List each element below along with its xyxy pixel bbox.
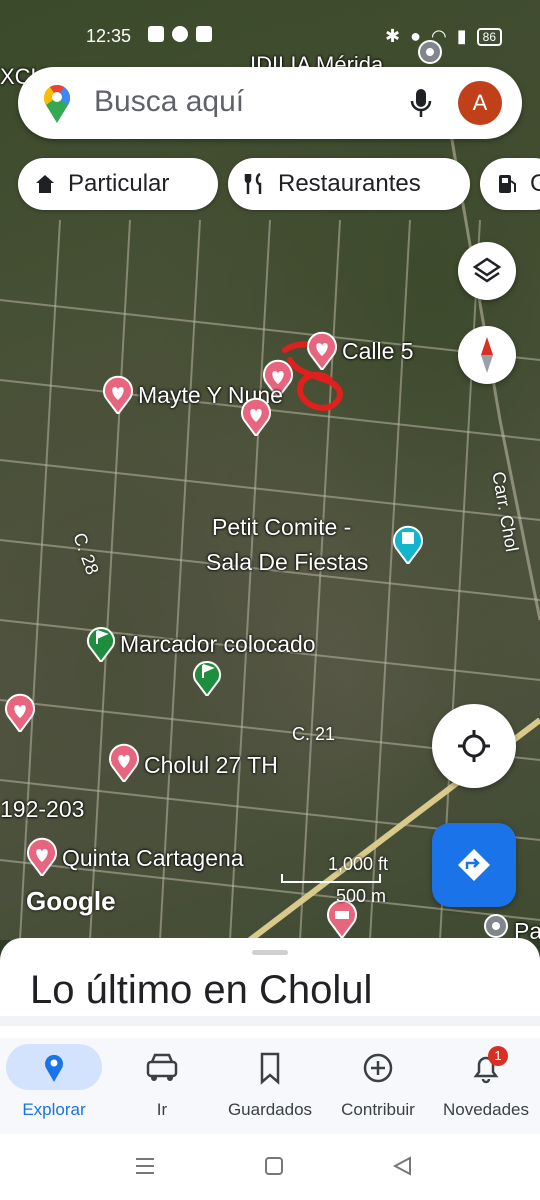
- scale-bar: [281, 874, 381, 883]
- scale-imperial: 1,000 ft: [328, 854, 389, 874]
- layers-button[interactable]: [458, 242, 516, 300]
- map-label-pa: Pa: [514, 918, 540, 940]
- notification-icons: [148, 26, 212, 42]
- battery-indicator: 86: [476, 27, 502, 46]
- street-label-c21: C. 21: [292, 724, 336, 744]
- nav-novedades[interactable]: 1 Novedades: [432, 1038, 540, 1134]
- nav-label: Explorar: [22, 1100, 86, 1119]
- home-icon: [36, 175, 54, 193]
- gas-station-icon: [499, 175, 516, 193]
- google-maps-logo-icon: [43, 84, 71, 123]
- map-label-marcador[interactable]: Marcador colocado: [120, 631, 316, 658]
- map-label-calle5[interactable]: Calle 5: [342, 338, 414, 365]
- google-attribution: Google: [26, 886, 116, 916]
- bottom-sheet[interactable]: Lo último en Cholul: [0, 938, 540, 1038]
- nav-explorar[interactable]: Explorar: [0, 1038, 108, 1134]
- system-navigation-bar: [0, 1134, 540, 1200]
- recent-apps-icon[interactable]: [134, 1156, 156, 1176]
- my-location-button[interactable]: [432, 704, 516, 788]
- chip-label: Particular: [68, 170, 170, 197]
- place-dot-icon[interactable]: [482, 912, 510, 940]
- map-label-quinta[interactable]: Quinta Cartagena: [62, 845, 244, 872]
- sheet-drag-handle[interactable]: [252, 950, 288, 955]
- bluetooth-icon: ✱: [385, 26, 401, 46]
- map-scale: 1,000 ft 500 m: [280, 854, 400, 906]
- green-flag-pin-icon[interactable]: [86, 622, 116, 662]
- heart-pin-icon[interactable]: [4, 692, 36, 732]
- microphone-icon[interactable]: [408, 87, 434, 119]
- chip-label: G: [530, 170, 540, 197]
- nav-label: Ir: [156, 1100, 168, 1119]
- status-time: 12:35: [86, 26, 132, 46]
- chip-restaurantes[interactable]: Restaurantes: [228, 158, 470, 210]
- wifi-icon: ◠: [431, 26, 447, 46]
- mail-icon: [196, 26, 212, 42]
- map-label-petit-1[interactable]: Petit Comite -: [212, 514, 351, 541]
- map-label-range: 192-203: [0, 796, 85, 822]
- chip-label: Restaurantes: [278, 170, 421, 197]
- notification-badge: 1: [488, 1046, 508, 1066]
- compass-button[interactable]: [458, 326, 516, 384]
- heart-pin-icon[interactable]: [26, 836, 58, 876]
- nav-label: Guardados: [227, 1100, 313, 1119]
- explore-pin-icon: [45, 1054, 63, 1082]
- status-bar: 12:35 ✱ ● ◠ ▮ 86: [0, 0, 540, 70]
- facebook-icon: [172, 26, 188, 42]
- heart-pin-icon[interactable]: [240, 396, 272, 436]
- scale-metric: 500 m: [336, 886, 387, 906]
- bookmark-icon: [260, 1052, 280, 1085]
- car-icon: [146, 1053, 178, 1081]
- chip-gasolina[interactable]: G: [480, 158, 540, 210]
- layers-icon: [472, 257, 502, 283]
- party-venue-pin-icon[interactable]: [392, 522, 424, 564]
- search-bar[interactable]: Busca aquí A: [18, 67, 522, 139]
- account-avatar[interactable]: A: [458, 81, 502, 125]
- directions-icon: [458, 849, 490, 881]
- sheet-title: Lo último en Cholul: [30, 968, 373, 1012]
- map-label-cholul27[interactable]: Cholul 27 TH: [144, 752, 278, 779]
- nav-ir[interactable]: Ir: [108, 1038, 216, 1134]
- search-input[interactable]: Busca aquí: [94, 85, 244, 119]
- heart-pin-icon[interactable]: [102, 374, 134, 414]
- nav-label: Novedades: [442, 1100, 529, 1119]
- nav-contribuir[interactable]: Contribuir: [324, 1038, 432, 1134]
- location-icon: ●: [410, 26, 422, 46]
- satellite-map[interactable]: IDILIA Mérida XCH Calle 5 Mayte Y Nune C…: [0, 0, 540, 940]
- chip-particular[interactable]: Particular: [18, 158, 218, 210]
- system-icons: ✱ ● ◠ ▮ 86: [385, 26, 502, 47]
- bottom-navigation: Explorar Ir Guardados Contribuir 1 Noved…: [0, 1038, 540, 1134]
- app-notification-icon: [148, 26, 164, 42]
- sheet-divider: [0, 1016, 540, 1026]
- restaurant-icon: [244, 172, 262, 194]
- heart-pin-icon[interactable]: [306, 330, 338, 370]
- add-circle-icon: [363, 1053, 393, 1083]
- directions-button[interactable]: [432, 823, 516, 907]
- green-flag-pin-icon[interactable]: [192, 656, 222, 696]
- heart-pin-icon[interactable]: [108, 742, 140, 782]
- nav-guardados[interactable]: Guardados: [216, 1038, 324, 1134]
- back-icon[interactable]: [392, 1156, 412, 1176]
- map-label-petit-2[interactable]: Sala De Fiestas: [206, 549, 368, 576]
- home-button-icon[interactable]: [264, 1156, 284, 1176]
- compass-icon: [481, 337, 493, 373]
- my-location-icon: [458, 730, 490, 762]
- nav-label: Contribuir: [341, 1100, 415, 1119]
- signal-icon: ▮: [456, 26, 467, 46]
